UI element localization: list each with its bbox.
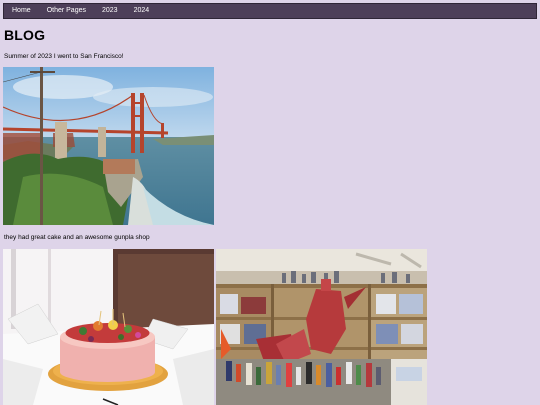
nav-link-home[interactable]: Home: [4, 3, 39, 19]
nav-link-2023[interactable]: 2023: [94, 3, 126, 19]
post-caption-san-francisco: Summer of 2023 I went to San Francisco!: [4, 53, 124, 60]
top-navigation-bar: Home Other Pages 2023 2024: [3, 3, 537, 19]
golden-gate-bridge-photo: [3, 67, 214, 225]
cake-photo: [3, 249, 214, 405]
nav-link-other-pages[interactable]: Other Pages: [39, 3, 94, 19]
post-caption-cake-gunpla: they had great cake and an awesome gunpl…: [4, 234, 150, 241]
gunpla-shop-photo: [216, 249, 427, 405]
nav-link-2024[interactable]: 2024: [126, 3, 158, 19]
page-title: BLOG: [4, 27, 46, 43]
